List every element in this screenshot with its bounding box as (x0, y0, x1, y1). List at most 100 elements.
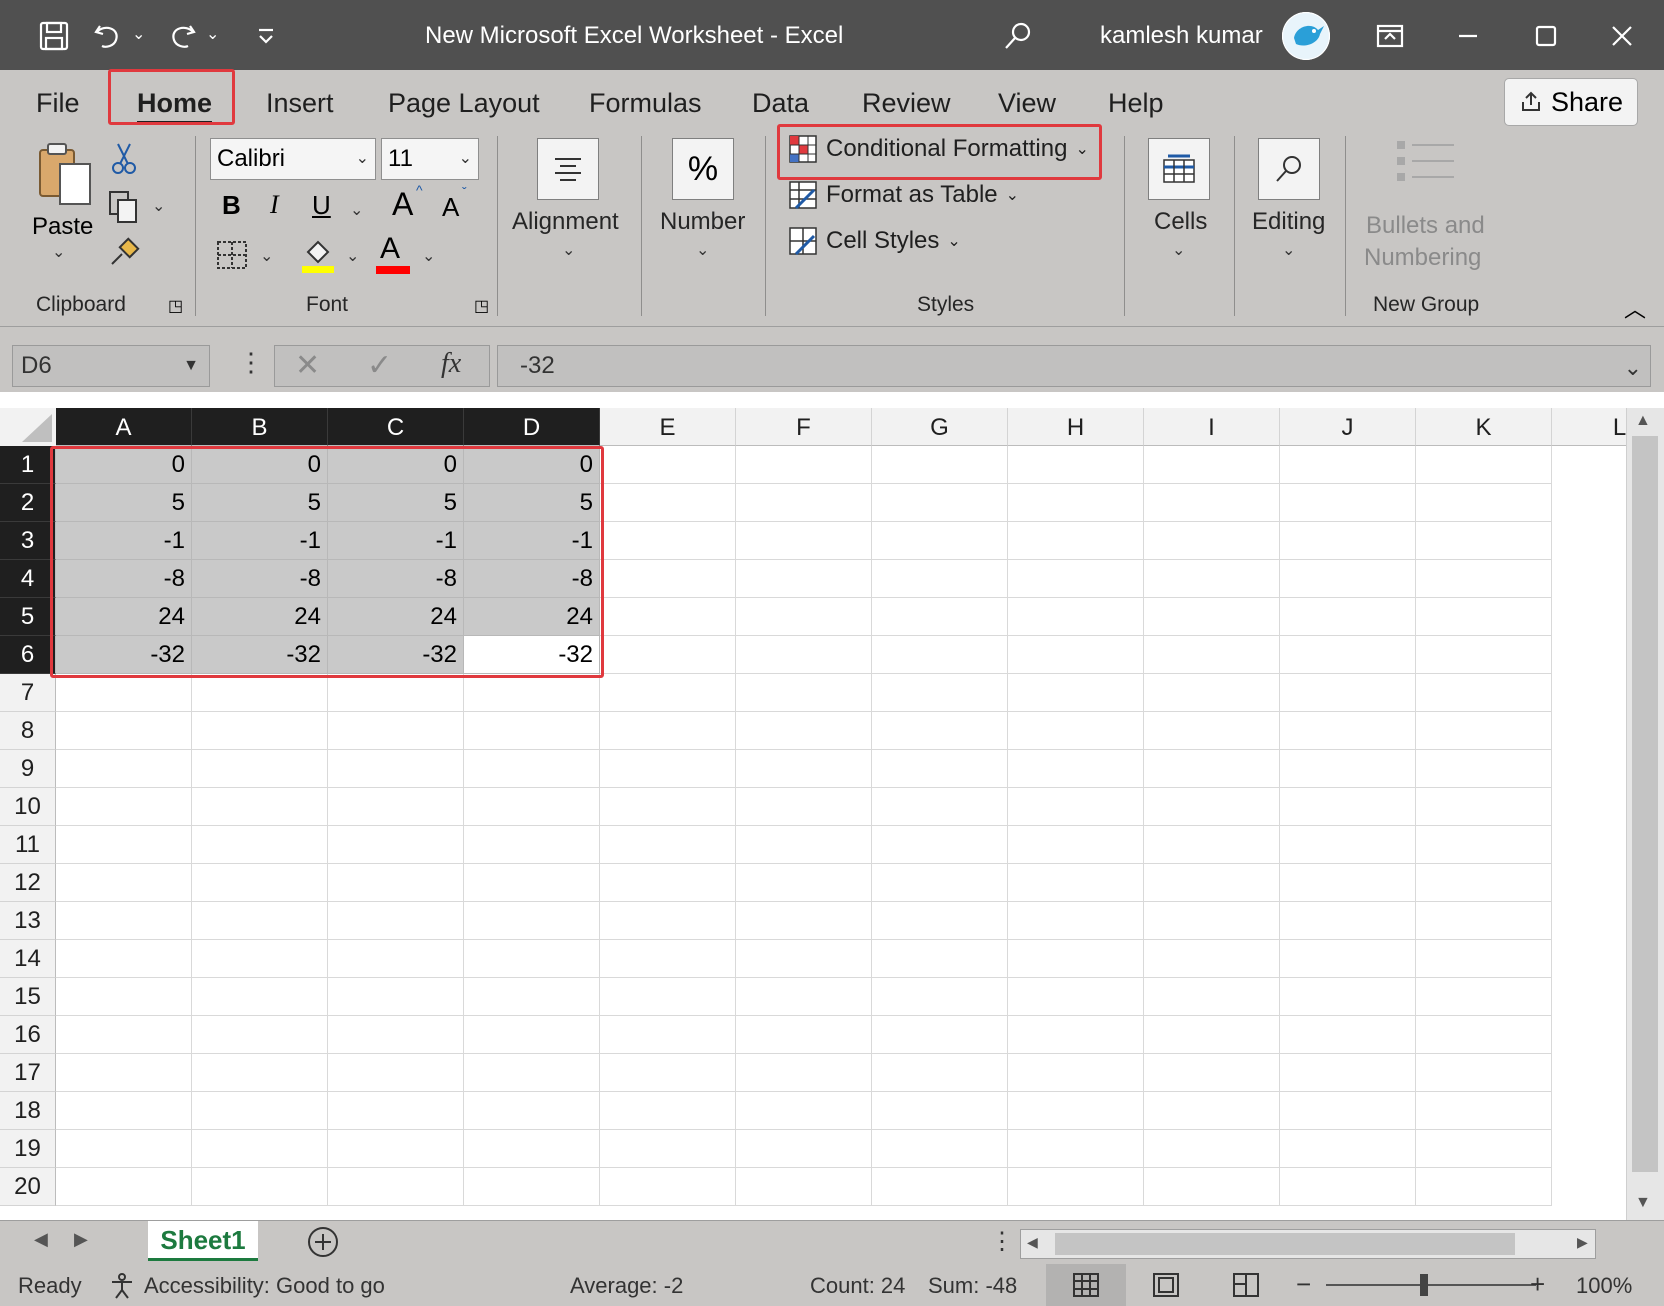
scroll-left-icon[interactable]: ◀ (1027, 1234, 1038, 1251)
cells-label[interactable]: Cells (1154, 208, 1207, 236)
minimize-icon[interactable] (1450, 18, 1486, 54)
cell-f10[interactable] (736, 788, 872, 826)
cell-d19[interactable] (464, 1130, 600, 1168)
cell-h8[interactable] (1008, 712, 1144, 750)
cell-k20[interactable] (1416, 1168, 1552, 1206)
cell-d11[interactable] (464, 826, 600, 864)
cell-f6[interactable] (736, 636, 872, 674)
cell-a14[interactable] (56, 940, 192, 978)
cell-b9[interactable] (192, 750, 328, 788)
name-box[interactable]: D6 ▼ (12, 345, 210, 387)
cell-b17[interactable] (192, 1054, 328, 1092)
column-header-j[interactable]: J (1280, 408, 1416, 446)
cell-g17[interactable] (872, 1054, 1008, 1092)
ribbon-display-options-icon[interactable] (1372, 18, 1408, 54)
add-sheet-icon[interactable] (306, 1225, 340, 1264)
cell-f7[interactable] (736, 674, 872, 712)
cell-e20[interactable] (600, 1168, 736, 1206)
cell-j11[interactable] (1280, 826, 1416, 864)
cell-j16[interactable] (1280, 1016, 1416, 1054)
editing-label[interactable]: Editing (1252, 208, 1325, 236)
cell-e18[interactable] (600, 1092, 736, 1130)
worksheet-grid[interactable]: ABCDEFGHIJKL 1 2 3 4 5 6 7 8 9 10 11 12 13 14 15 16 17 18… (0, 392, 1664, 1220)
cell-j19[interactable] (1280, 1130, 1416, 1168)
more-options-icon[interactable]: ⋮ (238, 347, 264, 378)
cell-d9[interactable] (464, 750, 600, 788)
enter-entry-icon[interactable]: ✓ (367, 348, 392, 383)
cell-i8[interactable] (1144, 712, 1280, 750)
horizontal-scrollbar[interactable]: ◀ ▶ (1020, 1229, 1596, 1259)
cell-f12[interactable] (736, 864, 872, 902)
cell-j20[interactable] (1280, 1168, 1416, 1206)
cell-c8[interactable] (328, 712, 464, 750)
cell-h5[interactable] (1008, 598, 1144, 636)
paste-icon[interactable] (36, 142, 94, 213)
zoom-in-button[interactable]: + (1530, 1269, 1545, 1300)
status-average[interactable]: Average: -2 (570, 1273, 683, 1299)
cell-g2[interactable] (872, 484, 1008, 522)
column-header-i[interactable]: I (1144, 408, 1280, 446)
cell-k4[interactable] (1416, 560, 1552, 598)
cell-c13[interactable] (328, 902, 464, 940)
cell-k16[interactable] (1416, 1016, 1552, 1054)
cell-g7[interactable] (872, 674, 1008, 712)
cell-k1[interactable] (1416, 446, 1552, 484)
cell-e14[interactable] (600, 940, 736, 978)
shrink-font-button[interactable]: A (442, 192, 459, 223)
zoom-slider-thumb[interactable] (1420, 1274, 1428, 1296)
cell-c16[interactable] (328, 1016, 464, 1054)
number-label[interactable]: Number (660, 208, 745, 236)
cell-e12[interactable] (600, 864, 736, 902)
cell-f20[interactable] (736, 1168, 872, 1206)
cell-i2[interactable] (1144, 484, 1280, 522)
tab-view[interactable]: View (998, 88, 1056, 119)
normal-view-button[interactable] (1046, 1264, 1126, 1306)
cell-j17[interactable] (1280, 1054, 1416, 1092)
collapse-ribbon-icon[interactable]: ︿ (1624, 292, 1646, 324)
alignment-dropdown-icon[interactable]: ⌄ (562, 240, 575, 260)
cell-g18[interactable] (872, 1092, 1008, 1130)
cell-g13[interactable] (872, 902, 1008, 940)
tab-insert[interactable]: Insert (266, 88, 334, 119)
redo-icon[interactable] (164, 18, 200, 54)
cell-a15[interactable] (56, 978, 192, 1016)
paste-label[interactable]: Paste (32, 213, 93, 241)
cell-c19[interactable] (328, 1130, 464, 1168)
cell-j5[interactable] (1280, 598, 1416, 636)
expand-formula-bar-icon[interactable]: ⌄ (1624, 348, 1642, 388)
cell-i3[interactable] (1144, 522, 1280, 560)
cell-j13[interactable] (1280, 902, 1416, 940)
cell-a10[interactable] (56, 788, 192, 826)
status-sum[interactable]: Sum: -48 (928, 1273, 1017, 1299)
scroll-sheets-left-icon[interactable]: ◀ (34, 1229, 48, 1250)
clipboard-launcher-icon[interactable]: ◳ (168, 296, 183, 316)
cell-k19[interactable] (1416, 1130, 1552, 1168)
cell-i19[interactable] (1144, 1130, 1280, 1168)
cell-f2[interactable] (736, 484, 872, 522)
cell-h7[interactable] (1008, 674, 1144, 712)
cell-h20[interactable] (1008, 1168, 1144, 1206)
cell-g1[interactable] (872, 446, 1008, 484)
cell-b8[interactable] (192, 712, 328, 750)
cell-f4[interactable] (736, 560, 872, 598)
cell-b11[interactable] (192, 826, 328, 864)
cell-j6[interactable] (1280, 636, 1416, 674)
cell-h19[interactable] (1008, 1130, 1144, 1168)
cell-g19[interactable] (872, 1130, 1008, 1168)
cell-i14[interactable] (1144, 940, 1280, 978)
cell-f19[interactable] (736, 1130, 872, 1168)
cell-k14[interactable] (1416, 940, 1552, 978)
row-header-19[interactable]: 19 (0, 1130, 56, 1168)
close-icon[interactable] (1604, 18, 1640, 54)
column-header-c[interactable]: C (328, 408, 464, 446)
row-header-12[interactable]: 12 (0, 864, 56, 902)
cell-c17[interactable] (328, 1054, 464, 1092)
cell-h1[interactable] (1008, 446, 1144, 484)
column-header-g[interactable]: G (872, 408, 1008, 446)
cell-e1[interactable] (600, 446, 736, 484)
scroll-down-icon[interactable]: ▼ (1635, 1194, 1651, 1212)
underline-dropdown-icon[interactable]: ⌄ (350, 200, 363, 220)
cell-j3[interactable] (1280, 522, 1416, 560)
customize-qat-icon[interactable] (248, 18, 284, 54)
cell-i11[interactable] (1144, 826, 1280, 864)
